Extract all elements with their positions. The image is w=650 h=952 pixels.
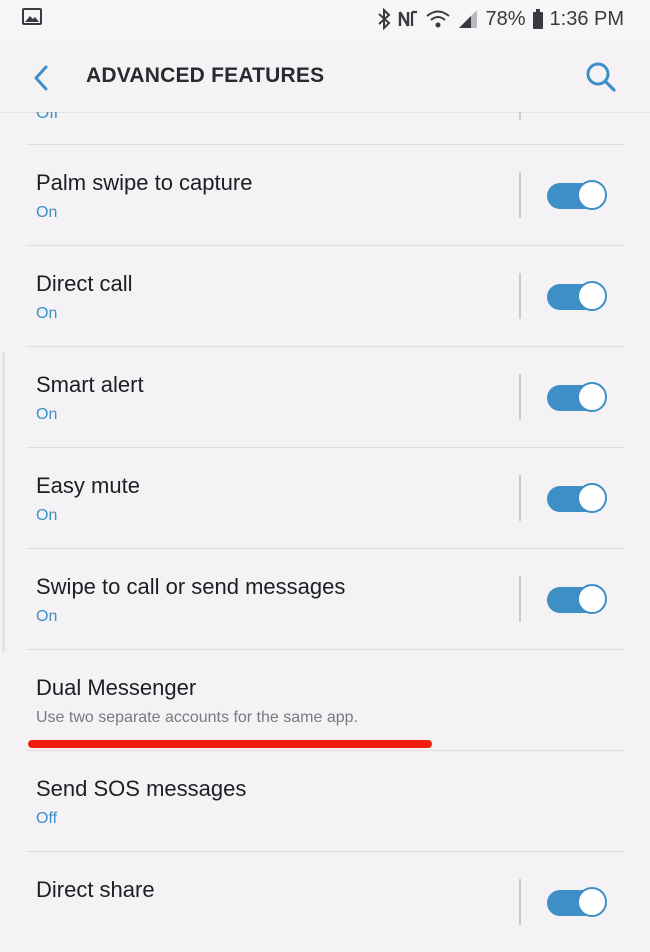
setting-label: Dual Messenger xyxy=(36,675,197,700)
setting-label: Direct call xyxy=(36,271,133,296)
toggle-knob xyxy=(577,281,607,311)
toggle-knob xyxy=(577,887,607,917)
row-divider xyxy=(519,112,521,120)
row-divider xyxy=(519,879,521,925)
settings-list: Palm swipe to capture On Direct call On … xyxy=(0,144,650,952)
battery-icon xyxy=(532,9,543,29)
toggle-switch[interactable] xyxy=(547,179,609,213)
toggle-switch[interactable] xyxy=(547,583,609,617)
row-divider xyxy=(519,576,521,622)
status-bar: 78% 1:36 PM xyxy=(0,0,650,40)
toggle-switch[interactable] xyxy=(547,886,609,920)
toggle-switch[interactable] xyxy=(547,280,609,314)
setting-status: On xyxy=(36,406,58,423)
setting-label: Direct share xyxy=(36,877,155,902)
setting-status: On xyxy=(36,204,58,221)
setting-status: On xyxy=(36,305,58,322)
setting-easy-mute[interactable]: Easy mute On xyxy=(0,447,650,548)
signal-icon xyxy=(459,10,478,28)
partial-setting-row[interactable]: Off xyxy=(0,112,650,144)
row-divider xyxy=(519,475,521,521)
app-bar: ADVANCED FEATURES xyxy=(0,40,650,113)
screen-edge-mark xyxy=(2,352,5,652)
chevron-left-icon xyxy=(34,65,48,91)
toggle-knob xyxy=(577,483,607,513)
clock: 1:36 PM xyxy=(549,7,624,30)
setting-status: On xyxy=(36,608,58,625)
gallery-icon xyxy=(22,8,42,25)
setting-smart-alert[interactable]: Smart alert On xyxy=(0,346,650,447)
setting-label: Palm swipe to capture xyxy=(36,170,253,195)
setting-status: On xyxy=(36,507,58,524)
back-button[interactable] xyxy=(26,62,58,94)
row-divider xyxy=(519,273,521,319)
setting-label: Smart alert xyxy=(36,372,144,397)
toggle-switch[interactable] xyxy=(547,381,609,415)
wifi-icon xyxy=(426,10,451,28)
toggle-knob xyxy=(577,382,607,412)
row-divider xyxy=(519,172,521,218)
page-title: ADVANCED FEATURES xyxy=(86,64,325,87)
row-divider xyxy=(519,374,521,420)
setting-label: Send SOS messages xyxy=(36,776,247,801)
search-button[interactable] xyxy=(584,60,618,94)
bluetooth-icon xyxy=(378,8,391,30)
nfc-icon xyxy=(399,10,418,27)
setting-palm-swipe-to-capture[interactable]: Palm swipe to capture On xyxy=(0,144,650,245)
setting-swipe-to-call[interactable]: Swipe to call or send messages On xyxy=(0,548,650,649)
toggle-knob xyxy=(577,584,607,614)
setting-direct-share[interactable]: Direct share xyxy=(0,851,650,952)
search-icon xyxy=(586,62,616,92)
toggle-knob xyxy=(577,180,607,210)
toggle-switch[interactable] xyxy=(547,482,609,516)
setting-status: Off xyxy=(36,810,58,827)
setting-label: Easy mute xyxy=(36,473,140,498)
battery-percentage: 78% xyxy=(485,7,526,30)
setting-label: Swipe to call or send messages xyxy=(36,574,346,599)
setting-description: Use two separate accounts for the same a… xyxy=(36,709,358,726)
setting-dual-messenger[interactable]: Dual Messenger Use two separate accounts… xyxy=(0,649,650,750)
setting-status: Off xyxy=(36,112,59,122)
highlight-underline xyxy=(28,740,432,748)
setting-send-sos-messages[interactable]: Send SOS messages Off xyxy=(0,750,650,851)
setting-direct-call[interactable]: Direct call On xyxy=(0,245,650,346)
